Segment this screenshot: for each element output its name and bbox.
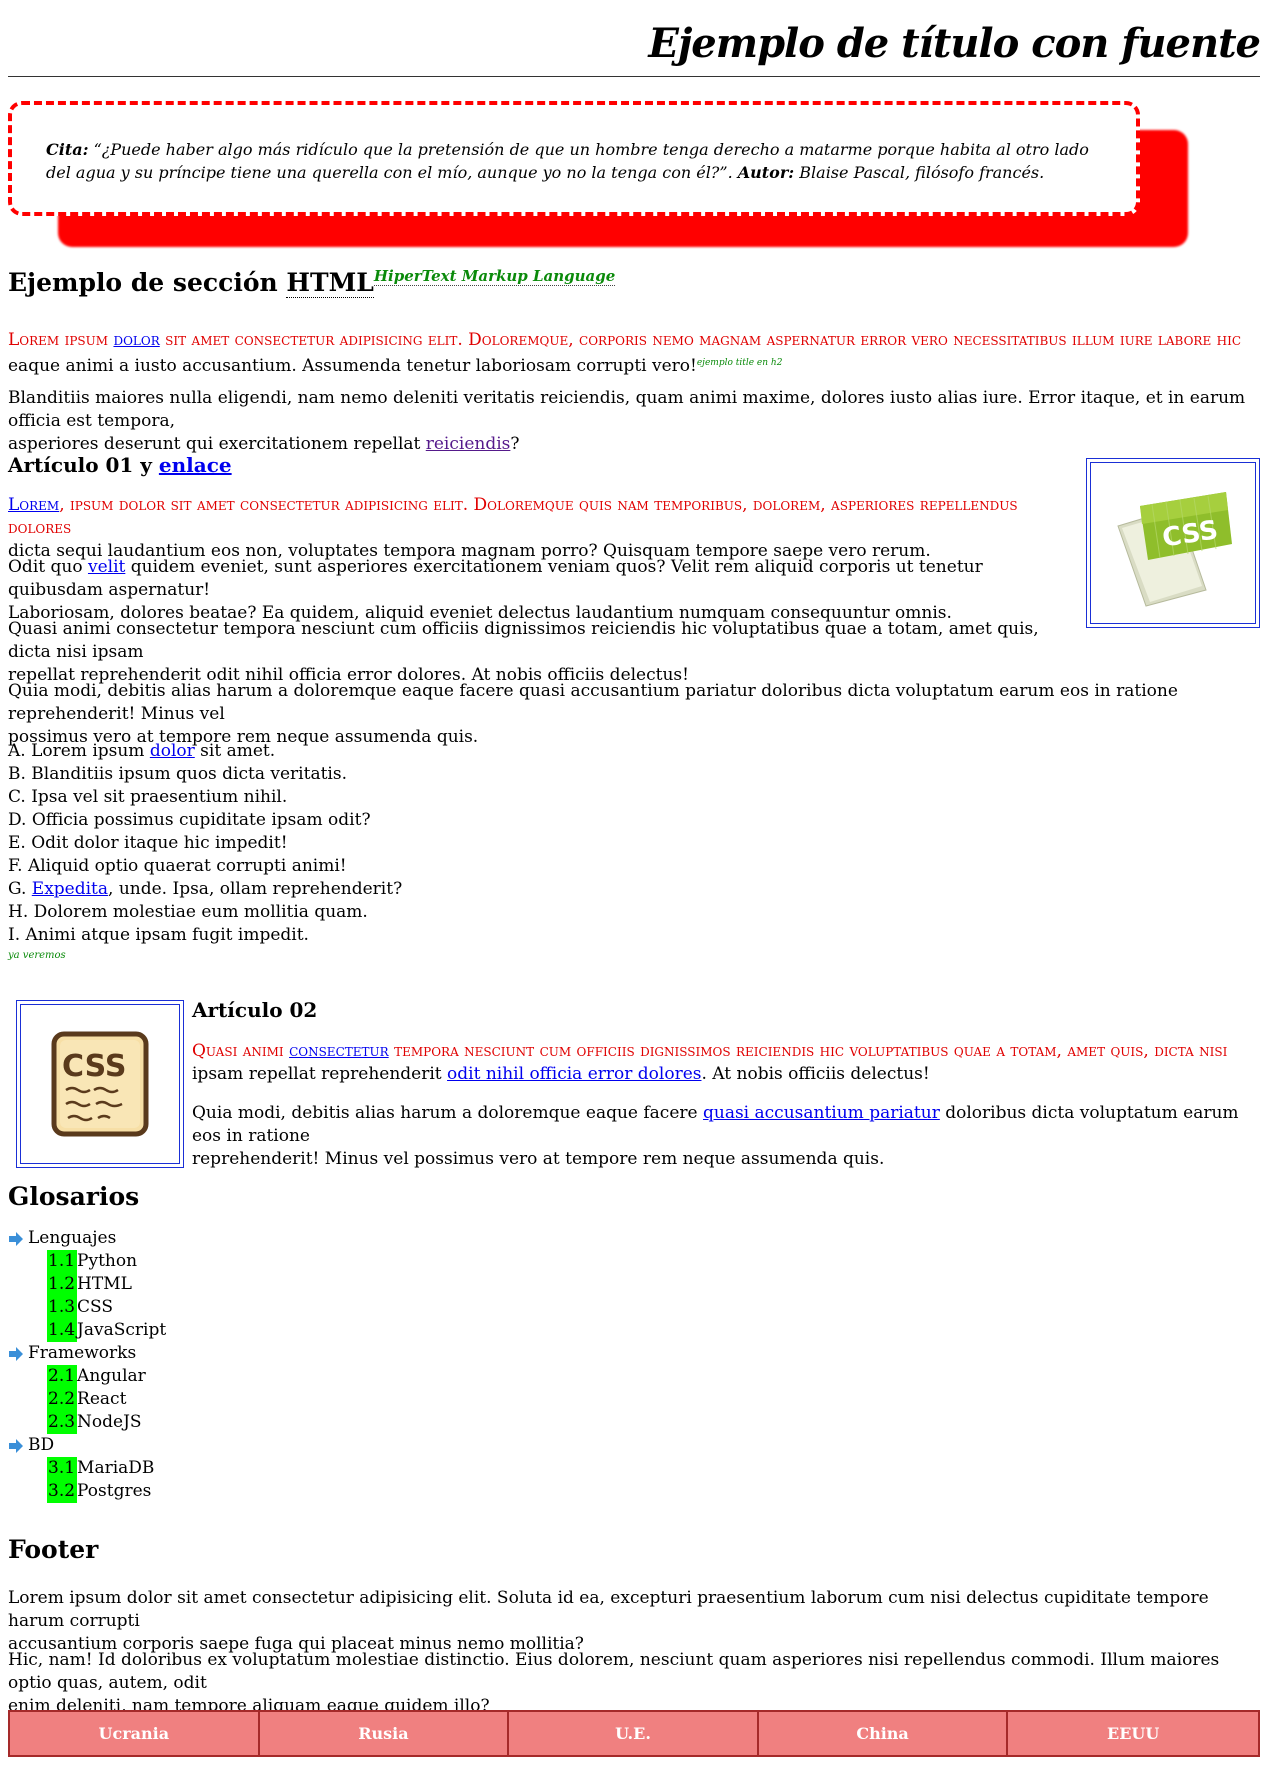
glossary-item: 2.3 NodeJS	[47, 1411, 142, 1434]
abbr-tooltip: HiperText Markup Language	[373, 267, 616, 286]
css-document-icon: CSS	[1117, 492, 1232, 607]
lead-b: sit amet consectetur adipisicing elit. D…	[159, 330, 1242, 350]
quote-author-label: Autor:	[737, 163, 795, 182]
arrow-right-icon	[9, 1346, 23, 1361]
header-rule	[8, 76, 1260, 77]
glossary-item: 2.2 React	[47, 1388, 127, 1411]
countries-table: Ucrania Rusia U.E. China EEUU	[8, 1710, 1260, 1757]
list-item: C. Ipsa vel sit praesentium nihil.	[8, 787, 288, 807]
list-item: D. Officia possimus cupiditate ipsam odi…	[8, 810, 371, 830]
arrow-right-icon	[9, 1438, 23, 1453]
article2-paragraph-1: Quasi animi consectetur tempora nesciunt…	[192, 1041, 1228, 1084]
glossary-item: 1.1 Python	[47, 1250, 138, 1273]
glossary-list: Lenguajes 1.1 Python 1.2 HTML 1.3 CSS 1.4 Ja…	[8, 1227, 166, 1503]
table-cell: EEUU	[1008, 1712, 1258, 1755]
quote-author: Blaise Pascal, filósofo francés.	[794, 163, 1045, 182]
p2-c: ?	[510, 434, 520, 454]
glossary-item: 1.3 CSS	[47, 1296, 114, 1319]
a1p1-a: , ipsum dolor sit amet consectetur adipi…	[8, 495, 1018, 538]
ya-veremos-note: ya veremos	[8, 950, 66, 961]
lead-text: Lorem ipsum dolor sit amet consectetur a…	[8, 330, 1241, 350]
article1-paragraph-4: Quia modi, debitis alias harum a dolorem…	[8, 681, 1178, 747]
list-item: F. Aliquid optio quaerat corrupti animi!	[8, 856, 347, 876]
footer-title: Footer	[8, 1535, 99, 1564]
list-item: E. Odit dolor itaque hic impedit!	[8, 833, 288, 853]
list-item: G. Expedita, unde. Ipsa, ollam reprehend…	[8, 879, 403, 899]
list-item: H. Dolorem molestiae eum mollitia quam.	[8, 902, 368, 922]
glossary-item: 3.1 MariaDB	[47, 1457, 155, 1480]
section-title-text: Ejemplo de sección	[8, 268, 287, 297]
article1-paragraph-3: Quasi animi consectetur tempora nesciunt…	[8, 619, 1039, 685]
odit-link[interactable]: odit nihil officia error dolores	[447, 1064, 701, 1084]
glossary-title: Glosarios	[8, 1182, 140, 1211]
list-item: A. Lorem ipsum dolor sit amet.	[8, 741, 276, 761]
article1-paragraph-2: Odit quo velit quidem eveniet, sunt aspe…	[8, 557, 983, 623]
section-title: Ejemplo de sección HTMLHiperText Markup …	[8, 266, 616, 303]
table-row: Ucrania Rusia U.E. China EEUU	[10, 1712, 1258, 1755]
section-paragraph-1: Lorem ipsum dolor sit amet consectetur a…	[8, 329, 1260, 378]
expedita-link[interactable]: Expedita	[32, 879, 108, 899]
title-note: ejemplo title en h2	[696, 358, 783, 368]
footer-paragraph-1: Lorem ipsum dolor sit amet consectetur a…	[8, 1588, 1209, 1654]
table-cell: Ucrania	[10, 1712, 260, 1755]
table-cell: China	[758, 1712, 1009, 1755]
consectetur-link[interactable]: consectetur	[289, 1041, 389, 1061]
quasi-link[interactable]: quasi accusantium pariatur	[703, 1103, 940, 1123]
glossary-item: 1.2 HTML	[47, 1273, 132, 1296]
article1-title: Artículo 01 y enlace	[8, 451, 232, 479]
glossary-category: Lenguajes	[8, 1227, 166, 1250]
article1-list: A. Lorem ipsum dolor sit amet. B. Blandi…	[8, 740, 608, 947]
lead-a: Lorem ipsum	[8, 330, 114, 350]
p2-a: Blanditiis maiores nulla eligendi, nam n…	[8, 388, 1246, 431]
glossary-category: Frameworks	[8, 1342, 166, 1365]
list-item: I. Animi atque ipsam fugit impedit.	[8, 925, 309, 945]
reiciendis-link[interactable]: reiciendis	[426, 434, 511, 454]
article2-paragraph-2: Quia modi, debitis alias harum a dolorem…	[192, 1103, 1239, 1169]
p1-rest: eaque animi a iusto accusantium. Assumen…	[8, 356, 697, 376]
glossary-item: 2.1 Angular	[47, 1365, 146, 1388]
footer-paragraph-2: Hic, nam! Id doloribus ex voluptatum mol…	[8, 1650, 1220, 1716]
article2-image: CSS	[16, 1000, 184, 1168]
css-parchment-icon: CSS	[51, 1031, 149, 1137]
dolor-list-link[interactable]: dolor	[150, 741, 195, 761]
article1-title-text: Artículo 01 y	[8, 453, 159, 477]
list-item: B. Blanditiis ipsum quos dicta veritatis…	[8, 764, 347, 784]
table-cell: U.E.	[509, 1712, 759, 1755]
section-paragraph-2: Blanditiis maiores nulla eligendi, nam n…	[8, 387, 1260, 456]
enlace-link[interactable]: enlace	[159, 453, 232, 477]
glossary-item: 3.2 Postgres	[47, 1480, 152, 1503]
article1-paragraph-1: Lorem, ipsum dolor sit amet consectetur …	[8, 494, 1078, 563]
lorem-link[interactable]: Lorem	[8, 495, 59, 515]
glossary-category: BD	[8, 1434, 166, 1457]
article1-image: CSS	[1086, 458, 1260, 628]
table-cell: Rusia	[259, 1712, 510, 1755]
site-title: Ejemplo de título con fuente	[648, 20, 1261, 67]
svg-text:CSS: CSS	[62, 1049, 126, 1084]
glossary-item: 1.4 JavaScript	[47, 1319, 167, 1342]
arrow-right-icon	[9, 1231, 23, 1246]
velit-link[interactable]: velit	[88, 557, 125, 577]
quote-box: Cita: “¿Puede haber algo más ridículo qu…	[8, 101, 1140, 216]
html-abbr[interactable]: HTML	[286, 268, 374, 298]
article2-title: Artículo 02	[192, 998, 318, 1022]
dolor-link[interactable]: dolor	[113, 330, 159, 350]
quote-label: Cita:	[46, 140, 89, 159]
